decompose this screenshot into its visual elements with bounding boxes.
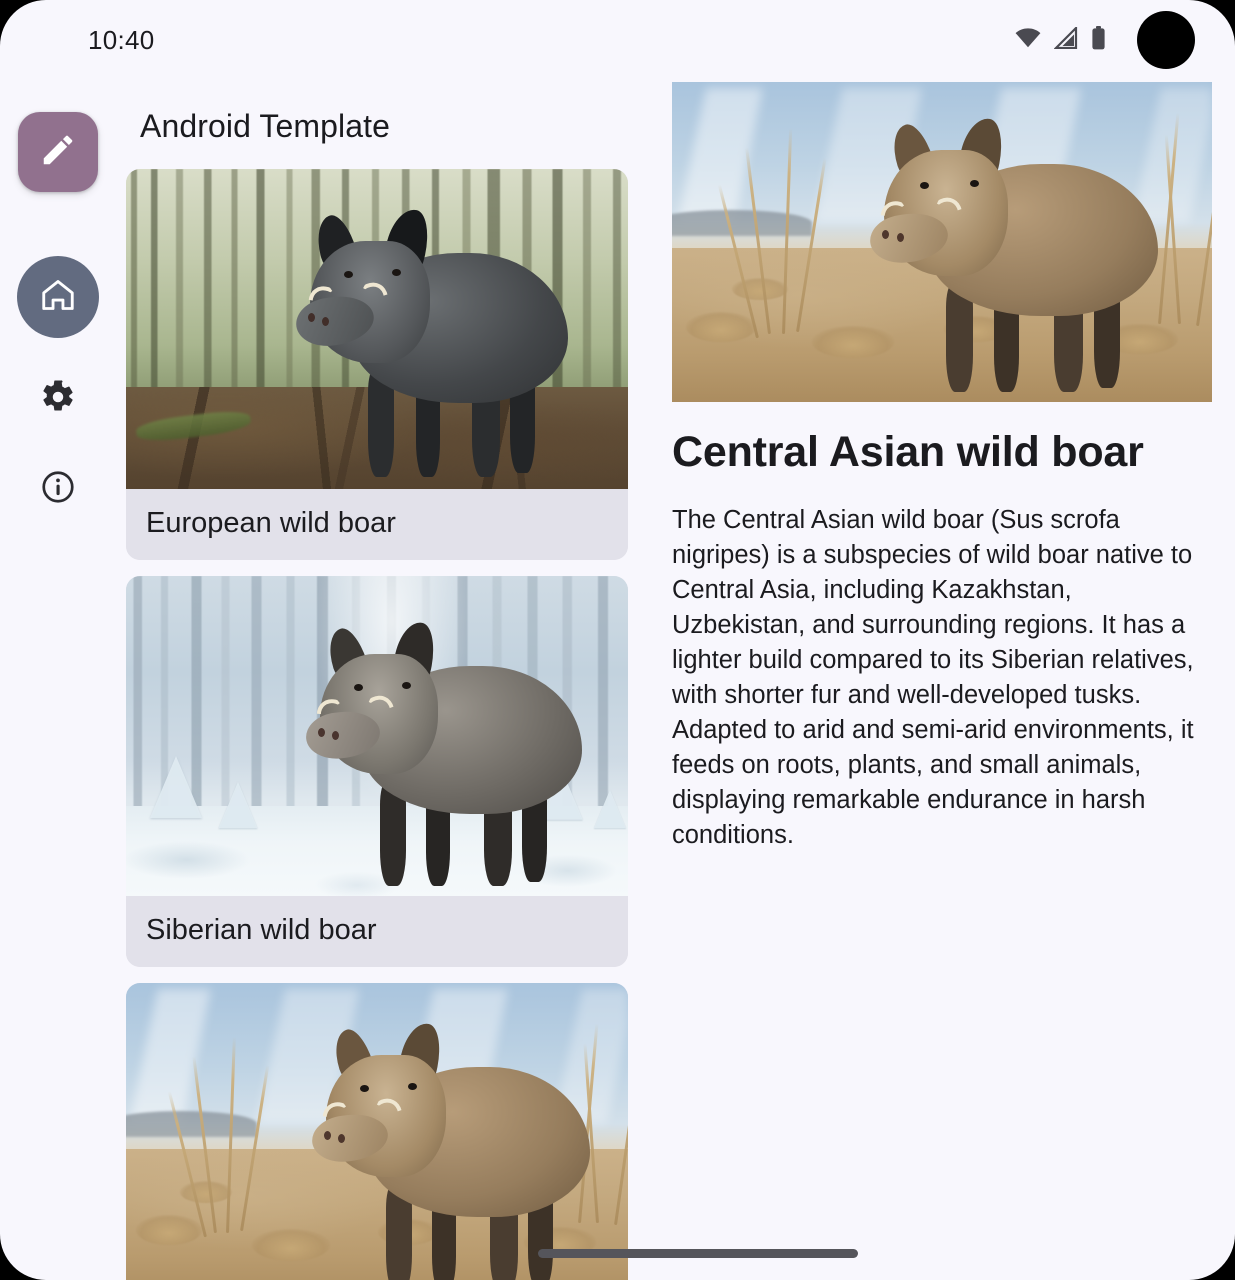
status-icon-group — [1015, 11, 1195, 69]
sidebar-item-info[interactable] — [17, 460, 99, 518]
edit-fab-button[interactable] — [18, 112, 98, 192]
home-icon — [40, 277, 76, 318]
steppe-wild-boar-photo — [672, 82, 1212, 402]
tablet-screen: 10:40 Android Template European wild boa… — [0, 0, 1235, 1280]
rail-item-group — [17, 256, 99, 518]
battery-icon — [1091, 25, 1106, 55]
list-item[interactable]: Central Asian wild boar — [126, 983, 628, 1280]
status-clock: 10:40 — [88, 24, 155, 55]
navigation-rail — [0, 80, 116, 1280]
snowy-forest-wild-boar-photo — [126, 576, 628, 896]
boar-card-list: European wild boar Siberian wild boar — [116, 145, 656, 1280]
status-bar: 10:40 — [0, 0, 1235, 80]
list-item-label: Siberian wild boar — [126, 896, 628, 967]
steppe-wild-boar-photo — [126, 983, 628, 1280]
list-item-label: European wild boar — [126, 489, 628, 560]
list-item[interactable]: European wild boar — [126, 169, 628, 560]
page-title: Android Template — [140, 108, 391, 144]
info-icon — [40, 469, 76, 510]
camera-punch-hole — [1137, 11, 1195, 69]
pencil-icon — [39, 131, 77, 174]
boar-detail-pane: Central Asian wild boar The Central Asia… — [656, 80, 1235, 1280]
forest-wild-boar-photo — [126, 169, 628, 489]
detail-title: Central Asian wild boar — [672, 428, 1144, 476]
sidebar-item-home[interactable] — [17, 256, 99, 338]
gesture-navigation-handle[interactable] — [537, 1249, 858, 1258]
system-navigation-bar — [0, 1249, 1235, 1258]
wifi-icon — [1015, 27, 1041, 53]
sidebar-item-settings[interactable] — [17, 370, 99, 428]
cell-signal-icon — [1053, 24, 1078, 54]
settings-gear-icon — [40, 379, 76, 420]
list-item[interactable]: Siberian wild boar — [126, 576, 628, 967]
boar-list-pane[interactable]: Android Template European wild boar Sibe… — [116, 80, 656, 1280]
detail-description: The Central Asian wild boar (Sus scrofa … — [672, 505, 1194, 849]
